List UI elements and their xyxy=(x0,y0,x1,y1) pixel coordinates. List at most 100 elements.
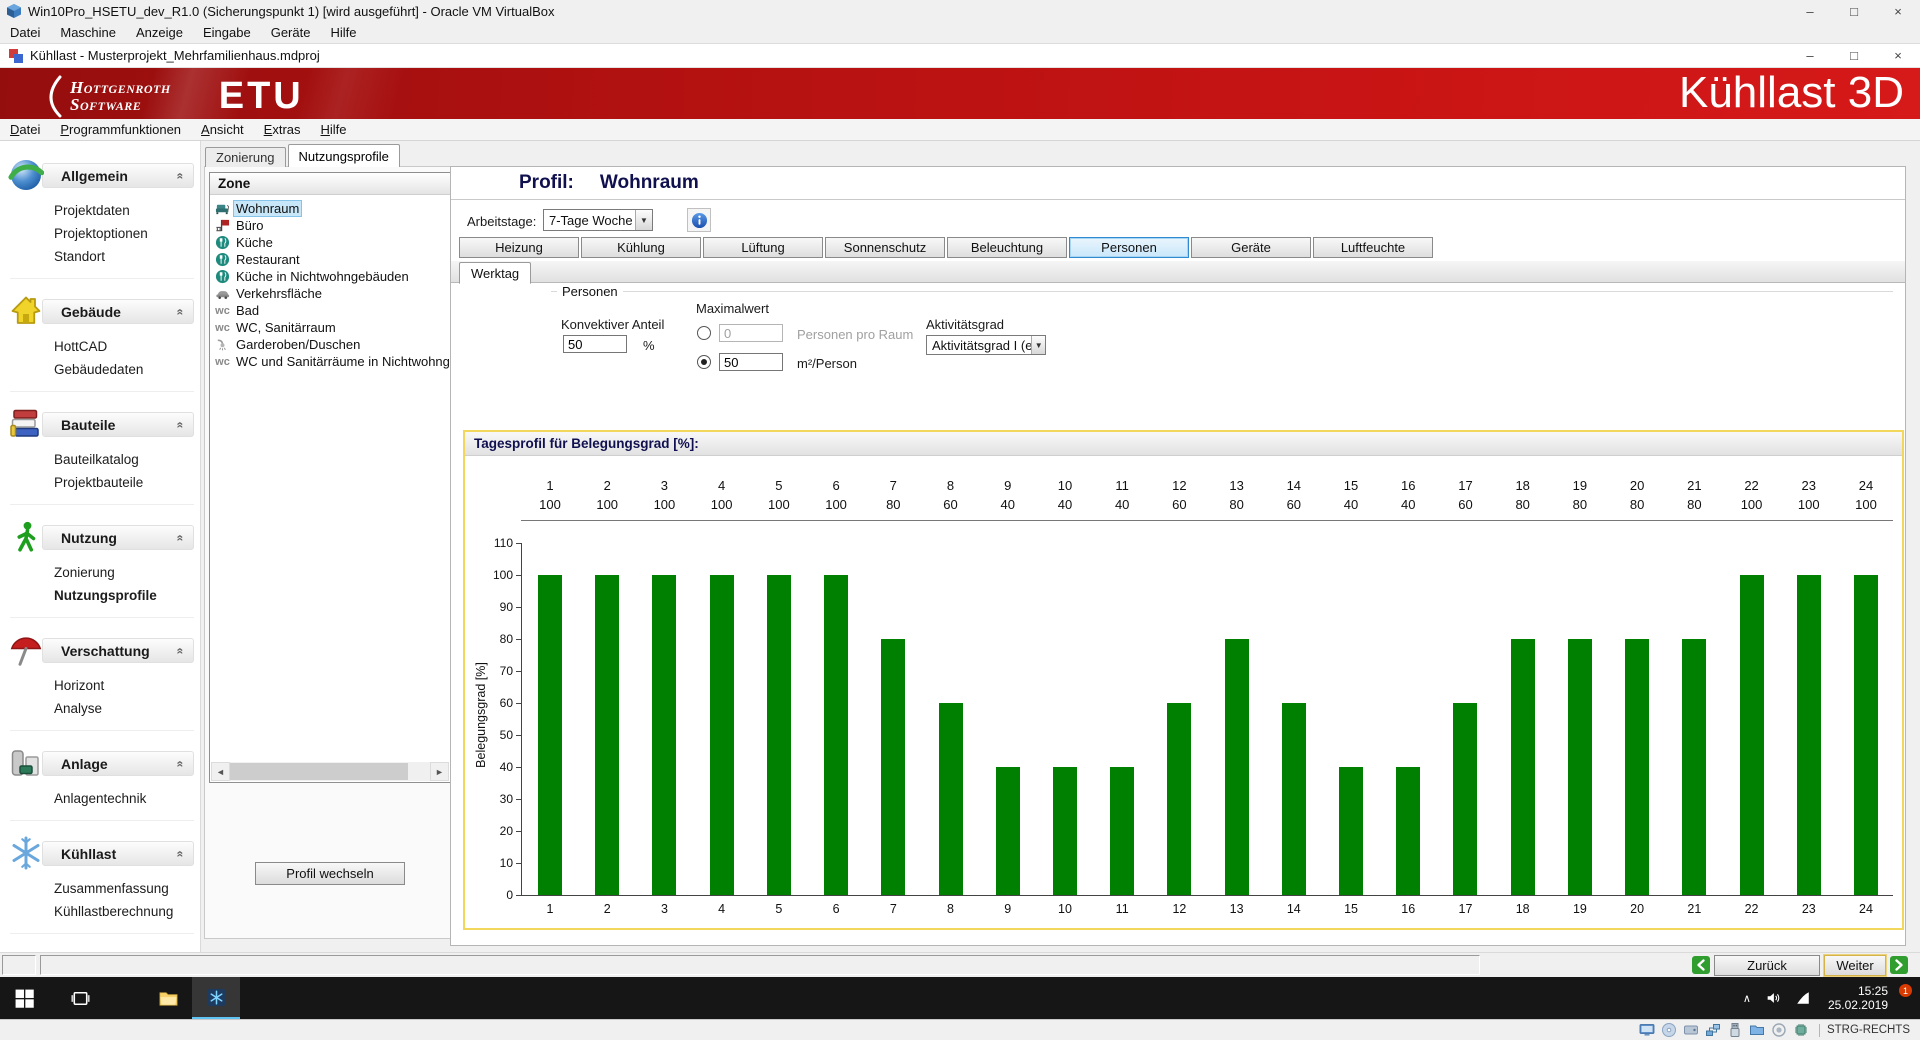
display-icon[interactable] xyxy=(1639,1022,1655,1038)
app-menu-hilfe[interactable]: Hilfe xyxy=(311,120,357,139)
vbox-menu-datei[interactable]: Datei xyxy=(0,23,50,42)
sidebar-item-bauteilkatalog[interactable]: Bauteilkatalog xyxy=(54,448,194,471)
profile-tab-sonnenschutz[interactable]: Sonnenschutz xyxy=(825,237,945,258)
optical-disc-icon[interactable] xyxy=(1661,1022,1677,1038)
zone-list-item[interactable]: wcWC und Sanitärräume in Nichtwohngebäud… xyxy=(214,353,450,370)
network-tray-icon[interactable] xyxy=(1788,977,1818,1019)
sidebar-item-anlagentechnik[interactable]: Anlagentechnik xyxy=(54,787,194,810)
persons-per-room-radio[interactable] xyxy=(697,326,711,340)
next-arrow-icon[interactable] xyxy=(1890,956,1908,974)
file-explorer-button[interactable] xyxy=(144,977,192,1019)
show-hidden-icons-button[interactable]: ∧ xyxy=(1736,977,1758,1019)
sidebar-item-standort[interactable]: Standort xyxy=(54,245,194,268)
taskbar-clock[interactable]: 15:25 25.02.2019 xyxy=(1818,984,1898,1012)
zone-tab-zonierung[interactable]: Zonierung xyxy=(205,147,286,167)
back-button[interactable]: Zurück xyxy=(1714,955,1820,976)
app-maximize-button[interactable]: □ xyxy=(1832,44,1876,67)
collapse-chevron-icon[interactable]: « xyxy=(174,760,188,767)
vbox-menu-eingabe[interactable]: Eingabe xyxy=(193,23,261,42)
sidebar-header-anlage[interactable]: Anlage« xyxy=(10,747,194,779)
zone-list-item[interactable]: Büro xyxy=(214,217,450,234)
collapse-chevron-icon[interactable]: « xyxy=(174,850,188,857)
profile-tab-geräte[interactable]: Geräte xyxy=(1191,237,1311,258)
start-button[interactable] xyxy=(0,977,48,1019)
collapse-chevron-icon[interactable]: « xyxy=(174,172,188,179)
sidebar-header-verschattung[interactable]: Verschattung« xyxy=(10,634,194,666)
profile-tab-personen[interactable]: Personen xyxy=(1069,237,1189,258)
app-close-button[interactable]: × xyxy=(1876,44,1920,67)
app-menu-ansicht[interactable]: Ansicht xyxy=(191,120,254,139)
back-arrow-icon[interactable] xyxy=(1692,956,1710,974)
vbox-menu-ger-te[interactable]: Geräte xyxy=(261,23,321,42)
sidebar-header-gebäude[interactable]: Gebäude« xyxy=(10,295,194,327)
collapse-chevron-icon[interactable]: « xyxy=(174,647,188,654)
sidebar-header-kühllast[interactable]: Kühllast« xyxy=(10,837,194,869)
volume-icon[interactable] xyxy=(1758,977,1788,1019)
sidebar-item-analyse[interactable]: Analyse xyxy=(54,697,194,720)
vbox-menu-maschine[interactable]: Maschine xyxy=(50,23,126,42)
sidebar-item-gebäudedaten[interactable]: Gebäudedaten xyxy=(54,358,194,381)
zone-list-item[interactable]: Wohnraum xyxy=(214,200,450,217)
features-chip-icon[interactable] xyxy=(1793,1022,1809,1038)
dropdown-arrow-icon[interactable]: ▼ xyxy=(1031,336,1045,354)
vbox-maximize-button[interactable]: □ xyxy=(1832,0,1876,22)
sidebar-item-zonierung[interactable]: Zonierung xyxy=(54,561,194,584)
profile-tab-luftfeuchte[interactable]: Luftfeuchte xyxy=(1313,237,1433,258)
sqm-per-person-radio[interactable] xyxy=(697,355,711,369)
convective-share-input[interactable] xyxy=(563,335,627,353)
sidebar-header-bauteile[interactable]: Bauteile« xyxy=(10,408,194,440)
zone-list-item[interactable]: Verkehrsfläche xyxy=(214,285,450,302)
vbox-minimize-button[interactable]: – xyxy=(1788,0,1832,22)
sidebar-item-kühllastberechnung[interactable]: Kühllastberechnung xyxy=(54,900,194,923)
collapse-chevron-icon[interactable]: « xyxy=(174,308,188,315)
zone-list-item[interactable]: Restaurant xyxy=(214,251,450,268)
zone-tab-nutzungsprofile[interactable]: Nutzungsprofile xyxy=(288,144,400,167)
collapse-chevron-icon[interactable]: « xyxy=(174,421,188,428)
vbox-menu-hilfe[interactable]: Hilfe xyxy=(320,23,366,42)
zone-horizontal-scrollbar[interactable]: ◄ ► xyxy=(211,762,449,781)
tab-werktag[interactable]: Werktag xyxy=(459,262,531,284)
vbox-close-button[interactable]: × xyxy=(1876,0,1920,22)
activity-level-dropdown[interactable]: Aktivitätsgrad I (entsp ▼ xyxy=(926,335,1046,355)
sidebar-item-nutzungsprofile[interactable]: Nutzungsprofile xyxy=(54,584,194,607)
collapse-chevron-icon[interactable]: « xyxy=(174,534,188,541)
sidebar-header-allgemein[interactable]: Allgemein« xyxy=(10,159,194,191)
next-button[interactable]: Weiter xyxy=(1824,955,1886,976)
scrollbar-thumb[interactable] xyxy=(230,763,408,780)
zone-list-item[interactable]: Garderoben/Duschen xyxy=(214,336,450,353)
sidebar-item-projektdaten[interactable]: Projektdaten xyxy=(54,199,194,222)
usb-icon[interactable] xyxy=(1727,1022,1743,1038)
profile-tab-kühlung[interactable]: Kühlung xyxy=(581,237,701,258)
switch-profile-button[interactable]: Profil wechseln xyxy=(255,862,405,885)
profile-tab-lüftung[interactable]: Lüftung xyxy=(703,237,823,258)
hard-disk-icon[interactable] xyxy=(1683,1022,1699,1038)
info-button[interactable] xyxy=(687,208,711,232)
recording-icon[interactable] xyxy=(1771,1022,1787,1038)
kuehllast-taskbar-button[interactable] xyxy=(192,977,240,1019)
network-adapter-icon[interactable] xyxy=(1705,1022,1721,1038)
sidebar-item-projektoptionen[interactable]: Projektoptionen xyxy=(54,222,194,245)
app-menu-programmfunktionen[interactable]: Programmfunktionen xyxy=(50,120,191,139)
zone-list-item[interactable]: Küche xyxy=(214,234,450,251)
vbox-menu-anzeige[interactable]: Anzeige xyxy=(126,23,193,42)
workdays-dropdown[interactable]: 7-Tage Woche ▼ xyxy=(543,209,653,231)
app-minimize-button[interactable]: – xyxy=(1788,44,1832,67)
shared-folder-icon[interactable] xyxy=(1749,1022,1765,1038)
scroll-left-button[interactable]: ◄ xyxy=(211,762,230,781)
zone-list-item[interactable]: wcBad xyxy=(214,302,450,319)
sqm-per-person-input[interactable] xyxy=(719,353,783,371)
profile-tab-heizung[interactable]: Heizung xyxy=(459,237,579,258)
profile-tab-beleuchtung[interactable]: Beleuchtung xyxy=(947,237,1067,258)
zone-list-item[interactable]: wcWC, Sanitärraum xyxy=(214,319,450,336)
dropdown-arrow-icon[interactable]: ▼ xyxy=(635,210,652,230)
task-view-button[interactable] xyxy=(56,977,104,1019)
app-menu-datei[interactable]: Datei xyxy=(0,120,50,139)
zone-list-item[interactable]: Küche in Nichtwohngebäuden xyxy=(214,268,450,285)
sidebar-item-hottcad[interactable]: HottCAD xyxy=(54,335,194,358)
app-menu-extras[interactable]: Extras xyxy=(254,120,311,139)
sidebar-item-horizont[interactable]: Horizont xyxy=(54,674,194,697)
persons-per-room-input[interactable] xyxy=(719,324,783,342)
sidebar-item-projektbauteile[interactable]: Projektbauteile xyxy=(54,471,194,494)
sidebar-header-nutzung[interactable]: Nutzung« xyxy=(10,521,194,553)
notification-center-button[interactable]: 1 xyxy=(1898,977,1920,1019)
